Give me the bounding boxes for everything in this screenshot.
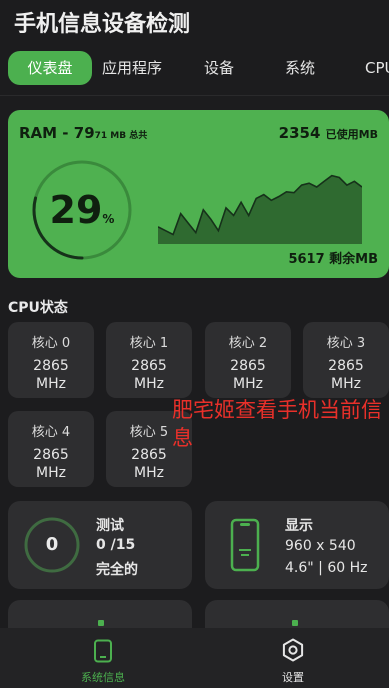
ram-percent-value: 29 — [49, 188, 103, 232]
ram-history-chart — [158, 174, 362, 244]
nav-settings[interactable]: 设置 — [196, 628, 389, 688]
storage-icon — [292, 620, 298, 626]
core-freq-value: 2865 — [230, 358, 266, 374]
core-freq-unit: MHz — [233, 376, 263, 392]
core-name: 核心 4 — [31, 425, 71, 440]
ram-free: 5617 剩余MB — [288, 252, 378, 267]
core-freq-value: 2865 — [33, 358, 69, 374]
display-spec: 4.6" | 60 Hz — [285, 560, 368, 576]
phone-icon — [230, 518, 260, 572]
ram-title-text: RAM - 79 — [19, 124, 95, 142]
core-freq-unit: MHz — [36, 465, 66, 481]
ram-percent: 29% — [22, 150, 142, 270]
core-frequency: 2865 MHz — [106, 357, 192, 393]
core-freq-value: 2865 — [131, 447, 167, 463]
bottom-navigation: 系统信息 设置 — [0, 628, 389, 688]
tab-device[interactable]: 设备 — [204, 51, 234, 85]
core-name: 核心 3 — [326, 336, 366, 351]
ram-percent-unit: % — [102, 212, 115, 226]
cpu-core-2[interactable]: 核心 2 2865 MHz — [205, 322, 291, 398]
nav-system-info[interactable]: 系统信息 — [6, 628, 200, 688]
ram-used-value: 2354 — [278, 124, 321, 142]
cpu-core-3[interactable]: 核心 3 2865 MHz — [303, 322, 389, 398]
test-card[interactable]: 0 测试 0 /15 完全的 — [8, 501, 192, 589]
tab-apps[interactable]: 应用程序 — [102, 51, 162, 85]
cpu-core-4[interactable]: 核心 4 2865 MHz — [8, 411, 94, 487]
core-freq-unit: MHz — [134, 376, 164, 392]
core-name: 核心 0 — [31, 336, 71, 351]
nav-label: 设置 — [282, 671, 304, 684]
core-frequency: 2865 MHz — [8, 446, 94, 482]
ram-card[interactable]: RAM - 7971 MB 总共 2354 已使用MB 29% 5617 剩余M… — [8, 110, 389, 278]
test-status: 完全的 — [96, 562, 138, 578]
core-name: 核心 2 — [228, 336, 268, 351]
core-freq-unit: MHz — [134, 465, 164, 481]
gear-icon — [282, 638, 304, 662]
tab-divider — [0, 95, 389, 96]
tab-cpu[interactable]: CPU — [365, 51, 389, 85]
overlay-caption: 肥宅姬查看手机当前信息 — [172, 398, 382, 450]
cpu-core-1[interactable]: 核心 1 2865 MHz — [106, 322, 192, 398]
core-freq-value: 2865 — [131, 358, 167, 374]
battery-icon — [98, 620, 104, 626]
ram-total: 71 MB 总共 — [94, 131, 148, 141]
tab-system[interactable]: 系统 — [285, 51, 315, 85]
cpu-core-0[interactable]: 核心 0 2865 MHz — [8, 322, 94, 398]
core-freq-unit: MHz — [36, 376, 66, 392]
test-title: 测试 — [96, 518, 124, 534]
tab-bar: 仪表盘 应用程序 设备 系统 CPU — [0, 42, 389, 96]
core-freq-value: 2865 — [328, 358, 364, 374]
ram-used: 2354 已使用MB — [279, 124, 378, 142]
display-card[interactable]: 显示 960 x 540 4.6" | 60 Hz — [205, 501, 389, 589]
nav-label: 系统信息 — [81, 671, 125, 684]
ram-used-label: 已使用MB — [325, 128, 378, 141]
test-progress: 0 /15 — [96, 537, 136, 553]
core-freq-value: 2865 — [33, 447, 69, 463]
core-frequency: 2865 MHz — [205, 357, 291, 393]
tab-dashboard[interactable]: 仪表盘 — [8, 51, 92, 85]
core-freq-unit: MHz — [331, 376, 361, 392]
display-title: 显示 — [285, 518, 313, 534]
core-frequency: 2865 MHz — [8, 357, 94, 393]
test-count: 0 — [45, 534, 59, 555]
app-title: 手机信息设备检测 — [14, 12, 191, 37]
ram-title: RAM - 7971 MB 总共 — [19, 124, 147, 142]
cpu-section-title: CPU状态 — [8, 300, 68, 316]
core-frequency: 2865 MHz — [303, 357, 389, 393]
ram-history-area — [158, 175, 362, 244]
display-resolution: 960 x 540 — [285, 538, 356, 554]
phone-icon — [94, 639, 112, 663]
core-name: 核心 1 — [129, 336, 169, 351]
